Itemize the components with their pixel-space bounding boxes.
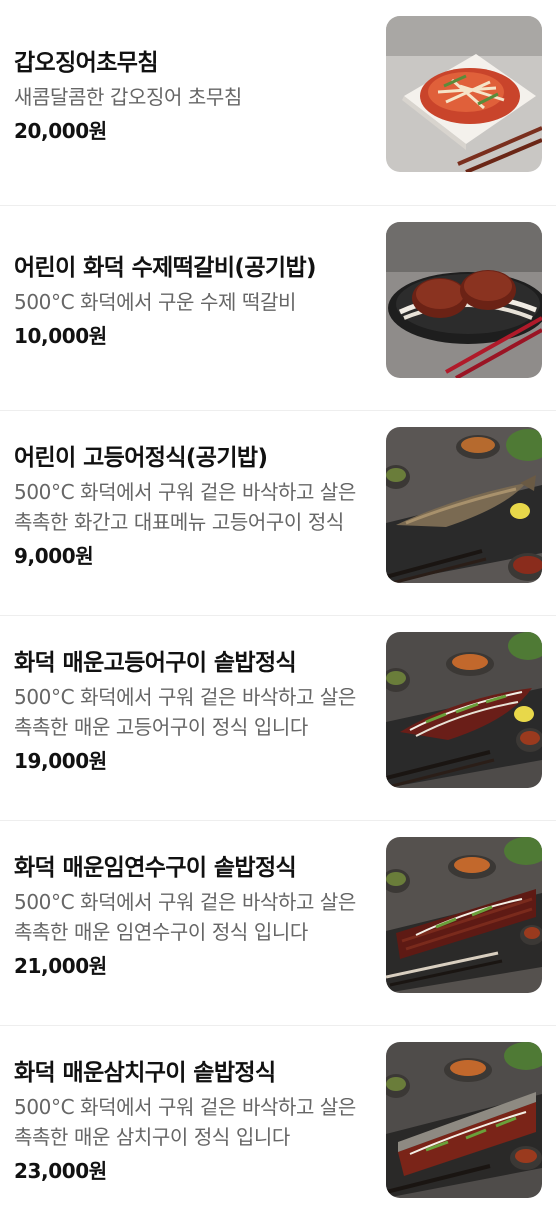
spicy-squid-salad-photo[interactable] [386, 16, 542, 172]
menu-item-name: 어린이 화덕 수제떡갈비(공기밥) [14, 255, 317, 281]
menu-item[interactable]: 어린이 고등어정식(공기밥) 500°C 화덕에서 구워 겉은 바삭하고 살은 … [0, 410, 556, 615]
spicy-atka-mackerel-photo[interactable] [386, 837, 542, 993]
menu-item[interactable]: 어린이 화덕 수제떡갈비(공기밥) 500°C 화덕에서 구운 수제 떡갈비 1… [0, 205, 556, 410]
menu-item-description: 500°C 화덕에서 구워 겉은 바삭하고 살은 촉촉한 매운 고등어구이 정식… [14, 685, 356, 739]
menu-item-price: 10,000원 [14, 324, 107, 348]
menu-item-text: 어린이 화덕 수제떡갈비(공기밥) 500°C 화덕에서 구운 수제 떡갈비 1… [14, 206, 360, 410]
menu-item-text: 어린이 고등어정식(공기밥) 500°C 화덕에서 구워 겉은 바삭하고 살은 … [14, 411, 360, 615]
grilled-mackerel-icon [386, 427, 542, 583]
menu-item-description: 500°C 화덕에서 구워 겉은 바삭하고 살은 촉촉한 화간고 대표메뉴 고등… [14, 480, 356, 534]
menu-item-description: 500°C 화덕에서 구운 수제 떡갈비 [14, 290, 296, 314]
spicy-squid-salad-icon [386, 16, 542, 172]
spicy-mackerel-icon [386, 632, 542, 788]
spicy-atka-mackerel-icon [386, 837, 542, 993]
grilled-mackerel-photo[interactable] [386, 427, 542, 583]
menu-item-price: 23,000원 [14, 1159, 107, 1183]
menu-item[interactable]: 화덕 매운임연수구이 솥밥정식 500°C 화덕에서 구워 겉은 바삭하고 살은… [0, 820, 556, 1025]
menu-item-price: 19,000원 [14, 749, 107, 773]
spicy-mackerel-photo[interactable] [386, 632, 542, 788]
menu-item-description: 새콤달콤한 갑오징어 초무침 [14, 84, 242, 109]
menu-item-name: 화덕 매운임연수구이 솥밥정식 [14, 855, 297, 881]
menu-item-name: 갑오징어초무침 [14, 49, 159, 76]
menu-item-name: 화덕 매운삼치구이 솥밥정식 [14, 1060, 276, 1086]
menu-item-price: 9,000원 [14, 544, 94, 568]
spicy-spanish-mackerel-photo[interactable] [386, 1042, 542, 1198]
menu-item-text: 화덕 매운고등어구이 솥밥정식 500°C 화덕에서 구워 겉은 바삭하고 살은… [14, 616, 360, 820]
menu-item[interactable]: 화덕 매운삼치구이 솥밥정식 500°C 화덕에서 구워 겉은 바삭하고 살은 … [0, 1025, 556, 1218]
menu-item-name: 화덕 매운고등어구이 솥밥정식 [14, 650, 297, 676]
menu-list: 갑오징어초무침 새콤달콤한 갑오징어 초무침 20,000원 어린이 화덕 수제… [0, 0, 556, 1218]
menu-item-description: 500°C 화덕에서 구워 겉은 바삭하고 살은 촉촉한 매운 삼치구이 정식 … [14, 1095, 356, 1149]
menu-item-price: 20,000원 [14, 118, 107, 143]
menu-item-text: 화덕 매운임연수구이 솥밥정식 500°C 화덕에서 구워 겉은 바삭하고 살은… [14, 821, 360, 1025]
menu-item-description: 500°C 화덕에서 구워 겉은 바삭하고 살은 촉촉한 매운 임연수구이 정식… [14, 890, 356, 944]
grilled-patties-photo[interactable] [386, 222, 542, 378]
menu-item-text: 화덕 매운삼치구이 솥밥정식 500°C 화덕에서 구워 겉은 바삭하고 살은 … [14, 1026, 360, 1218]
menu-item[interactable]: 화덕 매운고등어구이 솥밥정식 500°C 화덕에서 구워 겉은 바삭하고 살은… [0, 615, 556, 820]
menu-item-text: 갑오징어초무침 새콤달콤한 갑오징어 초무침 20,000원 [14, 0, 360, 205]
menu-item-price: 21,000원 [14, 954, 107, 978]
grilled-patties-icon [386, 222, 542, 378]
menu-item[interactable]: 갑오징어초무침 새콤달콤한 갑오징어 초무침 20,000원 [0, 0, 556, 205]
spicy-spanish-mackerel-icon [386, 1042, 542, 1198]
menu-item-name: 어린이 고등어정식(공기밥) [14, 445, 268, 471]
